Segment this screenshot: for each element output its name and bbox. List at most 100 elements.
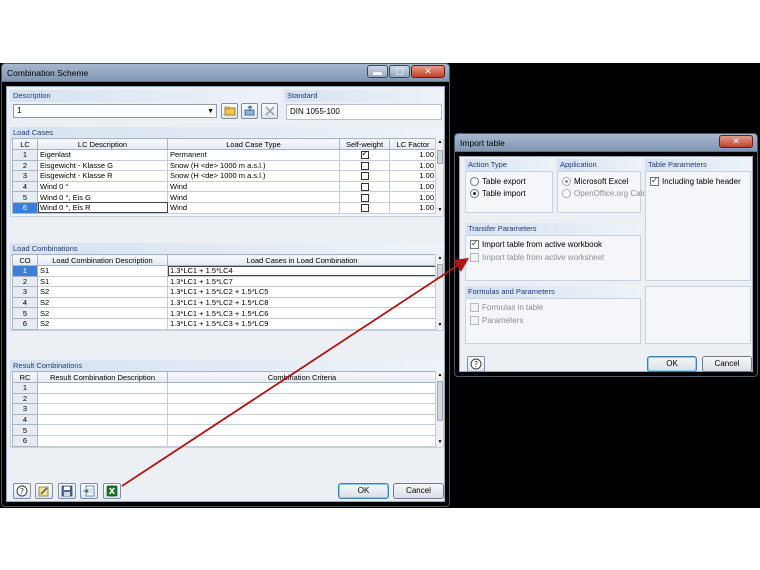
load-case-type-cell[interactable]: Permanent (167, 149, 340, 161)
combination-cases-cell[interactable]: 1.3*LC1 + 1.5*LC4 (167, 265, 437, 277)
row-number[interactable]: 1 (12, 149, 38, 161)
scroll-up-icon[interactable]: ▲ (436, 254, 444, 262)
table-row[interactable]: 6 Wind 0 °, Eis R Wind 1.00 (12, 201, 437, 214)
help-button[interactable]: ? (13, 483, 31, 499)
table-row[interactable]: 4 Wind 0 ° Wind 1.00 (12, 180, 437, 193)
combination-description-cell[interactable]: S2 (37, 286, 168, 298)
table-row[interactable]: 5 Wind 0 °, Eis G Wind 1.00 (12, 191, 437, 203)
table-cell[interactable] (37, 434, 168, 447)
ok-button[interactable]: OK (338, 483, 389, 499)
scroll-down-icon[interactable]: ▼ (436, 321, 444, 329)
row-number[interactable]: 2 (12, 159, 38, 172)
checkbox[interactable] (470, 238, 479, 249)
radio-button[interactable] (562, 189, 571, 198)
cancel-button[interactable]: Cancel (702, 356, 752, 372)
lc-description-cell[interactable]: Wind 0 ° (37, 180, 168, 193)
checkbox[interactable] (470, 303, 479, 312)
radio-button[interactable] (562, 177, 571, 186)
row-number[interactable]: 1 (12, 265, 38, 277)
result-combinations-table[interactable]: RC Result Combination Description Combin… (12, 371, 437, 447)
combination-description-cell[interactable]: S1 (37, 265, 168, 277)
table-row[interactable]: 3 Eisgewicht - Klasse R Snow (H <de> 100… (12, 170, 437, 182)
row-number[interactable]: 4 (12, 180, 38, 193)
lc-factor-cell[interactable]: 1.00 (389, 191, 437, 203)
self-weight-cell[interactable] (339, 159, 390, 172)
close-button[interactable]: ✕ (719, 135, 753, 148)
table-cell[interactable] (37, 424, 168, 436)
table-row[interactable]: 6 S2 1.3*LC1 + 1.5*LC3 + 1.5*LC9 (12, 317, 437, 330)
radio-button[interactable] (470, 177, 479, 186)
table-cell[interactable] (37, 403, 168, 415)
table-row[interactable]: 5 (12, 424, 437, 436)
new-description-button[interactable] (221, 103, 238, 119)
checkbox[interactable] (650, 175, 659, 186)
row-number[interactable]: 5 (12, 424, 38, 436)
combination-cases-cell[interactable]: 1.3*LC1 + 1.5*LC3 + 1.5*LC9 (167, 317, 437, 330)
column-header-co[interactable]: CO (12, 254, 38, 266)
lc-factor-cell[interactable]: 1.00 (389, 149, 437, 161)
combination-description-cell[interactable]: S2 (37, 317, 168, 330)
save-button[interactable] (58, 483, 76, 499)
self-weight-checkbox[interactable] (360, 150, 369, 160)
table-cell[interactable] (167, 382, 437, 394)
column-header-load-case-type[interactable]: Load Case Type (167, 138, 340, 150)
combination-cases-cell[interactable]: 1.3*LC1 + 1.5*LC2 + 1.5*LC8 (167, 296, 437, 309)
table-export-radio[interactable]: Table export (470, 177, 526, 186)
result-combinations-scrollbar[interactable]: ▲ ▼ (435, 371, 443, 446)
including-header-checkbox[interactable]: Including table header (650, 175, 741, 186)
parameters-checkbox[interactable]: Parameters (470, 316, 523, 325)
self-weight-cell[interactable] (339, 170, 390, 182)
row-number[interactable]: 3 (12, 403, 38, 415)
load-case-type-cell[interactable]: Wind (167, 180, 340, 193)
row-number[interactable]: 4 (12, 296, 38, 309)
table-row[interactable]: 2 S1 1.3*LC1 + 1.5*LC7 (12, 275, 437, 288)
lc-description-cell[interactable]: Eigenlast (37, 149, 168, 161)
row-number[interactable]: 6 (12, 434, 38, 447)
export-button[interactable] (80, 483, 98, 499)
self-weight-cell[interactable] (339, 180, 390, 193)
load-combinations-scrollbar[interactable]: ▲ ▼ (435, 254, 443, 329)
row-number[interactable]: 6 (12, 201, 38, 214)
description-combo[interactable]: 1 ▼ (13, 104, 217, 118)
lc-factor-cell[interactable]: 1.00 (389, 170, 437, 182)
active-workbook-checkbox[interactable]: Import table from active workbook (470, 238, 602, 249)
row-number[interactable]: 1 (12, 382, 38, 394)
combination-description-cell[interactable]: S1 (37, 275, 168, 288)
select-description-button[interactable] (241, 103, 258, 119)
combination-cases-cell[interactable]: 1.3*LC1 + 1.5*LC7 (167, 275, 437, 288)
combination-cases-cell[interactable]: 1.3*LC1 + 1.5*LC3 + 1.5*LC6 (167, 307, 437, 319)
self-weight-cell[interactable] (339, 191, 390, 203)
row-number[interactable]: 5 (12, 307, 38, 319)
edit-button[interactable] (35, 483, 53, 499)
scroll-up-icon[interactable]: ▲ (436, 371, 444, 379)
close-button[interactable]: ✕ (411, 65, 445, 78)
row-number[interactable]: 6 (12, 317, 38, 330)
column-header-load-cases-in-combination[interactable]: Load Cases in Load Combination (167, 254, 437, 266)
row-number[interactable]: 2 (12, 392, 38, 405)
lc-description-cell[interactable]: Wind 0 °, Eis G (37, 191, 168, 203)
combination-description-cell[interactable]: S2 (37, 296, 168, 309)
table-cell[interactable] (37, 413, 168, 426)
scroll-up-icon[interactable]: ▲ (436, 138, 444, 146)
scroll-thumb[interactable] (437, 264, 443, 278)
active-worksheet-checkbox[interactable]: Import table from active worksheet (470, 253, 604, 262)
self-weight-cell[interactable] (339, 149, 390, 161)
combination-cases-cell[interactable]: 1.3*LC1 + 1.5*LC2 + 1.5*LC5 (167, 286, 437, 298)
combination-scheme-titlebar[interactable]: Combination Scheme ▬ ▢ ✕ (2, 64, 449, 82)
maximize-button[interactable]: ▢ (389, 65, 410, 78)
table-row[interactable]: 2 (12, 392, 437, 405)
cancel-button[interactable]: Cancel (393, 483, 444, 499)
table-row[interactable]: 3 (12, 403, 437, 415)
column-header-combination-criteria[interactable]: Combination Criteria (167, 371, 437, 383)
minimize-button[interactable]: ▬ (367, 65, 388, 78)
row-number[interactable]: 3 (12, 170, 38, 182)
column-header-lc-description[interactable]: LC Description (37, 138, 168, 150)
table-row[interactable]: 1 S1 1.3*LC1 + 1.5*LC4 (12, 265, 437, 277)
column-header-self-weight[interactable]: Self-weight (339, 138, 390, 150)
table-cell[interactable] (37, 392, 168, 405)
column-header-rc[interactable]: RC (12, 371, 38, 383)
table-row[interactable]: 5 S2 1.3*LC1 + 1.5*LC3 + 1.5*LC6 (12, 307, 437, 319)
radio-button[interactable] (470, 189, 479, 198)
self-weight-checkbox[interactable] (360, 172, 369, 181)
checkbox[interactable] (470, 316, 479, 325)
